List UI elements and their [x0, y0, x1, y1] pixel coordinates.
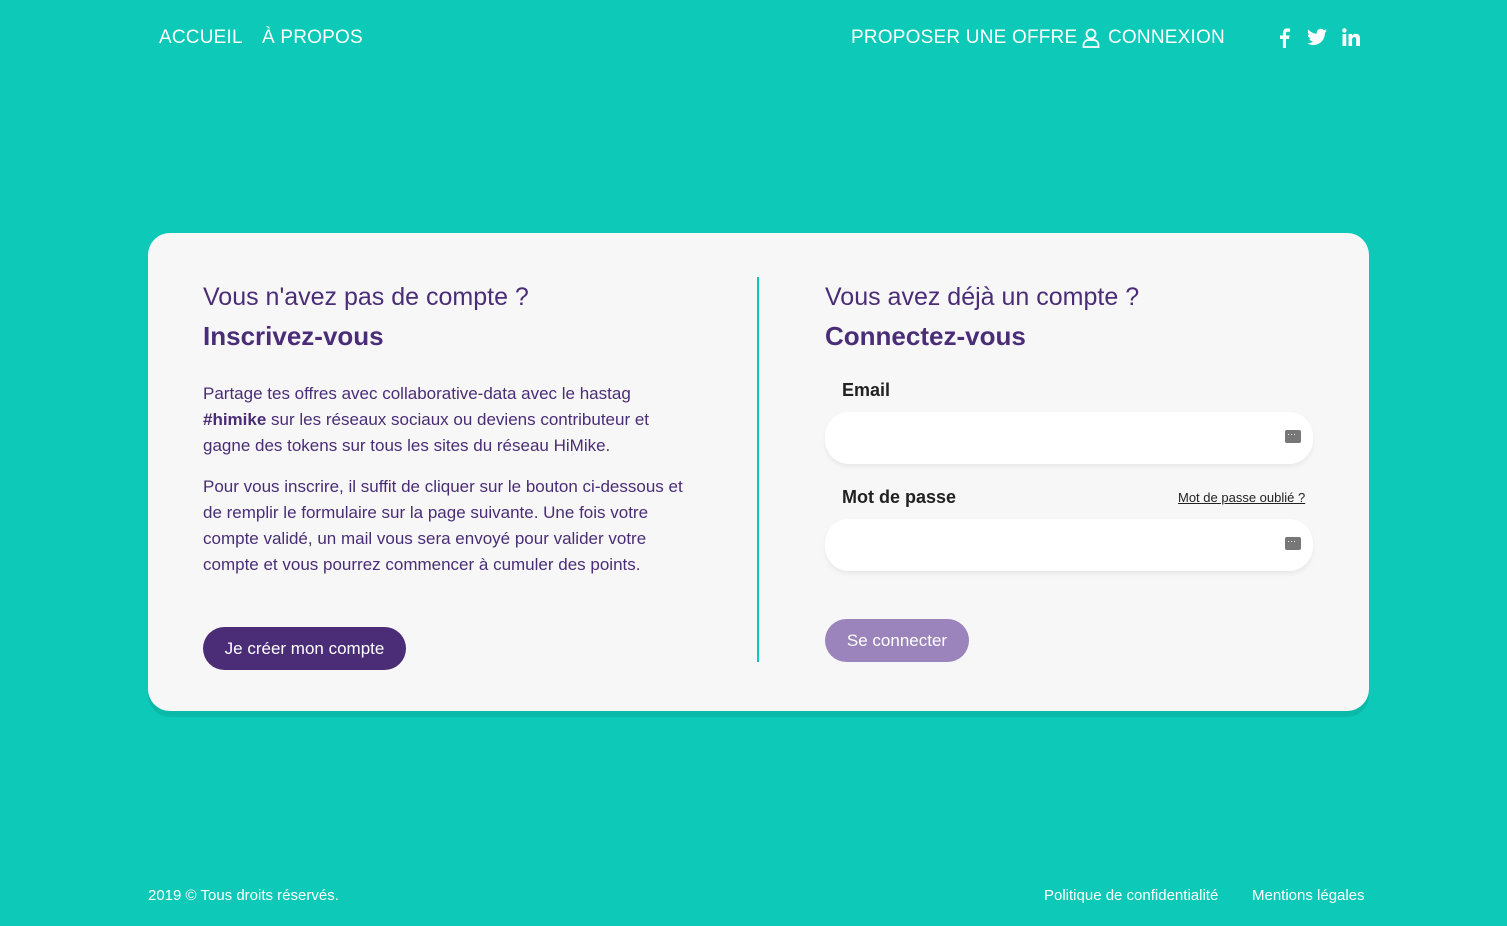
- user-icon: [1082, 28, 1100, 48]
- password-manager-icon[interactable]: [1285, 429, 1301, 443]
- signup-desc-part1: Partage tes offres avec collaborative-da…: [203, 384, 631, 403]
- legal-notice-link[interactable]: Mentions légales: [1252, 887, 1365, 904]
- create-account-button[interactable]: Je créer mon compte: [203, 627, 406, 670]
- signup-question: Vous n'avez pas de compte ?: [203, 283, 529, 311]
- hashtag-text: #himike: [203, 410, 267, 429]
- nav-login-link[interactable]: CONNEXION: [1082, 27, 1225, 49]
- signup-heading: Inscrivez-vous: [203, 321, 384, 351]
- nav-login-label: CONNEXION: [1108, 27, 1225, 48]
- login-button[interactable]: Se connecter: [825, 619, 969, 662]
- privacy-policy-link[interactable]: Politique de confidentialité: [1044, 887, 1218, 904]
- top-nav: ACCUEIL À PROPOS PROPOSER UNE OFFRE CONN…: [0, 0, 1507, 78]
- email-field[interactable]: [825, 412, 1313, 464]
- password-manager-icon[interactable]: [1285, 536, 1301, 550]
- auth-card: Vous n'avez pas de compte ? Inscrivez-vo…: [148, 233, 1369, 711]
- linkedin-icon[interactable]: [1342, 28, 1360, 46]
- login-section: Vous avez déjà un compte ? Connectez-vou…: [825, 283, 1315, 350]
- signup-description: Partage tes offres avec collaborative-da…: [203, 381, 693, 459]
- signup-section: Vous n'avez pas de compte ? Inscrivez-vo…: [203, 283, 693, 578]
- forgot-password-link[interactable]: Mot de passe oublié ?: [1178, 490, 1305, 505]
- facebook-icon[interactable]: [1278, 28, 1290, 48]
- nav-propose-offer-link[interactable]: PROPOSER UNE OFFRE: [851, 27, 1077, 49]
- signup-desc-part2: sur les réseaux sociaux ou deviens contr…: [203, 410, 650, 455]
- login-question: Vous avez déjà un compte ?: [825, 283, 1140, 311]
- signup-instructions: Pour vous inscrire, il suffit de cliquer…: [203, 477, 683, 574]
- nav-home-link[interactable]: ACCUEIL: [159, 27, 243, 49]
- copyright-text: 2019 © Tous droits réservés.: [148, 887, 339, 904]
- nav-about-link[interactable]: À PROPOS: [262, 27, 363, 49]
- password-label: Mot de passe: [842, 487, 957, 507]
- email-label: Email: [842, 380, 891, 400]
- login-heading: Connectez-vous: [825, 321, 1026, 351]
- twitter-icon[interactable]: [1307, 28, 1327, 46]
- password-field[interactable]: [825, 519, 1313, 571]
- section-divider: [757, 277, 759, 662]
